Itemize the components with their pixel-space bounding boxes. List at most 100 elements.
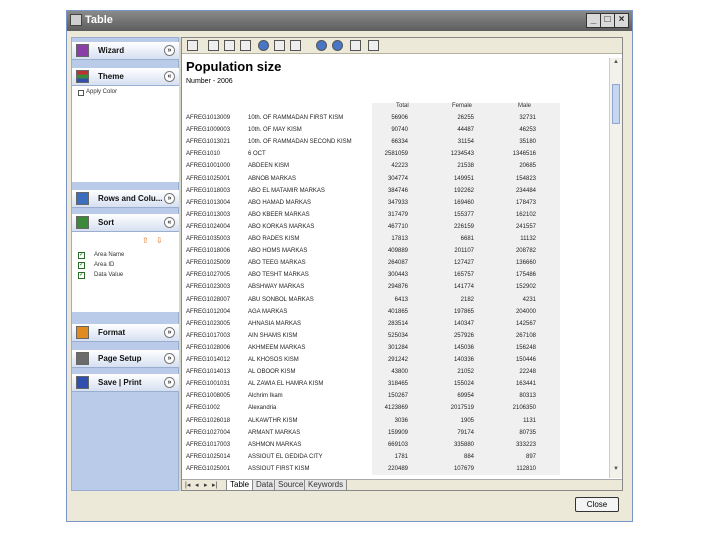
- table-row[interactable]: AFREG1001031 AL ZAWIA EL HAMRA KISM 318465…: [186, 380, 558, 392]
- table-row[interactable]: AFREG1026018 ALKAWTHR KISM 3036 1905 1131: [186, 417, 558, 429]
- total-cell: 1781: [394, 453, 408, 460]
- prev-sheet-icon[interactable]: ◂: [195, 481, 199, 489]
- sort-down-icon[interactable]: ⇩: [156, 236, 163, 245]
- area-name-cell: ABO KBEER MARKAS: [248, 211, 310, 218]
- area-id-cell: AFREG1008005: [186, 393, 231, 400]
- total-cell: 300443: [387, 272, 408, 279]
- table-row[interactable]: AFREG1028007 ABU SONBOL MARKAS 6413 2182 423…: [186, 296, 558, 308]
- back-icon[interactable]: [316, 40, 327, 51]
- apply-color-icon: [78, 90, 84, 96]
- table-row[interactable]: AFREG1013021 10th. OF RAMMADAN SECOND KIS…: [186, 138, 558, 150]
- table-row[interactable]: AFREG1027005 ABO TESHT MARKAS 300443 165757…: [186, 271, 558, 283]
- apply-color-link[interactable]: Apply Color: [86, 89, 117, 95]
- total-cell: 264087: [387, 260, 408, 267]
- total-cell: 66334: [391, 139, 408, 146]
- first-sheet-icon[interactable]: |◂: [185, 481, 190, 489]
- table-row[interactable]: AFREG1014012 AL KHOSOS KISM 291242 140336 15…: [186, 356, 558, 368]
- last-sheet-icon[interactable]: ▸|: [212, 481, 217, 489]
- male-cell: 1346516: [512, 151, 536, 158]
- table-row[interactable]: AFREG1017003 AIN SHAMS KISM 525034 257926 26…: [186, 332, 558, 344]
- table-row[interactable]: AFREG1012004 AGA MARKAS 401865 197865 204000: [186, 308, 558, 320]
- title-bar[interactable]: Table _ □ ×: [67, 11, 632, 31]
- collapse-icon[interactable]: «: [164, 217, 175, 228]
- table-view: Population size Number - 2006 Total Fema…: [181, 37, 623, 491]
- table-row[interactable]: AFREG1025009 ABO TEEG MARKAS 264087 127427 1…: [186, 259, 558, 271]
- next-sheet-icon[interactable]: ▸: [204, 481, 208, 489]
- scroll-up-icon[interactable]: ▲: [611, 59, 621, 69]
- total-cell: 150267: [387, 393, 408, 400]
- globe-icon[interactable]: [258, 40, 269, 51]
- table-row[interactable]: AFREG1017003 ASHMON MARKAS 669103 335880 333…: [186, 441, 558, 453]
- section-page-setup[interactable]: Page Setup »: [72, 350, 180, 368]
- collapse-icon[interactable]: «: [164, 71, 175, 82]
- table-row[interactable]: AFREG1009003 10th. OF MAY KISM 90740 44487 4…: [186, 126, 558, 138]
- column-header-male[interactable]: Male: [518, 103, 531, 112]
- area-id-cell: AFREG1014012: [186, 357, 231, 363]
- area-id-cell: AFREG1025009: [186, 260, 231, 267]
- toolbar: [182, 38, 622, 54]
- table-row[interactable]: AFREG1025001 ASSIOUT FIRST KISM 220489 1076…: [186, 465, 558, 477]
- section-sort[interactable]: Sort «: [72, 214, 180, 232]
- minimize-button[interactable]: _: [586, 13, 601, 28]
- window-icon[interactable]: [368, 40, 379, 51]
- female-cell: 145036: [453, 344, 474, 351]
- forward-icon[interactable]: [332, 40, 343, 51]
- section-wizard[interactable]: Wizard »: [72, 42, 180, 60]
- expand-icon[interactable]: »: [164, 377, 175, 388]
- table-row[interactable]: AFREG1013009 10th. OF RAMMADAN FIRST KISM…: [186, 114, 558, 126]
- scroll-down-icon[interactable]: ▼: [611, 466, 621, 476]
- section-save-print[interactable]: Save | Print »: [72, 374, 180, 392]
- vertical-scrollbar[interactable]: ▲ ▼: [609, 58, 622, 478]
- female-cell: 155377: [453, 211, 474, 218]
- tab-keywords[interactable]: Keywords: [304, 480, 348, 490]
- chart-icon[interactable]: [274, 40, 285, 51]
- tab-table[interactable]: Table: [226, 480, 254, 490]
- table-row[interactable]: AFREG1025014 ASSIOUT EL GEDIDA CITY 1781 88…: [186, 453, 558, 465]
- scroll-thumb[interactable]: [612, 84, 620, 124]
- expand-icon[interactable]: »: [164, 193, 175, 204]
- table-row[interactable]: AFREG1018006 ABO HOMS MARKAS 409889 201107 2…: [186, 247, 558, 259]
- area-id-cell: AFREG1001000: [186, 163, 231, 170]
- table-row[interactable]: AFREG1035003 ABO RADES KISM 17813 6681 11132: [186, 235, 558, 247]
- male-cell: 162102: [515, 211, 536, 218]
- table-row[interactable]: AFREG1002 Alexandria 4123869 2017519 2106350: [186, 404, 558, 416]
- section-theme[interactable]: Theme «: [72, 68, 180, 86]
- section-rows-columns[interactable]: Rows and Colu... »: [72, 190, 180, 208]
- close-button[interactable]: Close: [575, 497, 619, 512]
- expand-icon[interactable]: »: [164, 353, 175, 364]
- insert-icon[interactable]: [187, 40, 198, 51]
- tab-source[interactable]: Source: [274, 480, 308, 490]
- expand-icon[interactable]: »: [164, 45, 175, 56]
- sort-checkbox[interactable]: ✓: [78, 252, 85, 259]
- table-row[interactable]: AFREG1013003 ABO KBEER MARKAS 317479 155377…: [186, 211, 558, 223]
- sort-checkbox[interactable]: ✓: [78, 262, 85, 269]
- female-cell: 165757: [453, 272, 474, 279]
- sort-checkbox[interactable]: ✓: [78, 272, 85, 279]
- table-row[interactable]: AFREG1023003 ABSHWAY MARKAS 294876 141774 15…: [186, 283, 558, 295]
- table-row[interactable]: AFREG1024004 ABO KORKAS MARKAS 467710 22615…: [186, 223, 558, 235]
- close-window-button[interactable]: ×: [614, 13, 629, 28]
- expand-icon[interactable]: »: [164, 327, 175, 338]
- section-format[interactable]: Format »: [72, 324, 180, 342]
- table-row[interactable]: AFREG1027004 ARMANT MARKAS 159909 79174 8073…: [186, 429, 558, 441]
- table-row[interactable]: AFREG1025001 ABNOB MARKAS 304774 149951 1548…: [186, 175, 558, 187]
- sort-up-icon[interactable]: ⇧: [142, 236, 149, 245]
- section-label: Rows and Colu...: [98, 194, 163, 203]
- columns-icon[interactable]: [350, 40, 361, 51]
- area-id-cell: AFREG1012004: [186, 308, 231, 315]
- table-row[interactable]: AFREG1001000 ABDEEN KISM 42223 21538 20685: [186, 162, 558, 174]
- format-tool-icon[interactable]: [240, 40, 251, 51]
- table-row[interactable]: AFREG1014013 AL OBOOR KISM 43800 21052 22248: [186, 368, 558, 380]
- table-row[interactable]: AFREG1023005 AHNASIA MARKAS 283514 140347 14…: [186, 320, 558, 332]
- table-row[interactable]: AFREG1028006 AKHMEEM MARKAS 301284 145036 15…: [186, 344, 558, 356]
- layout-icon[interactable]: [208, 40, 219, 51]
- copy-icon[interactable]: [224, 40, 235, 51]
- table-row[interactable]: AFREG1010 6 OCT 2581059 1234543 1346516: [186, 150, 558, 162]
- table-row[interactable]: AFREG1013004 ABO HAMAD MARKAS 347933 169460…: [186, 199, 558, 211]
- column-header-female[interactable]: Female: [452, 103, 472, 112]
- table-row[interactable]: AFREG1008005 Alchrim Ikam 150267 69954 80313: [186, 392, 558, 404]
- table-row[interactable]: AFREG1018003 ABO EL MATAMIR MARKAS 384746 1…: [186, 187, 558, 199]
- column-header-total[interactable]: Total: [396, 103, 409, 112]
- export-icon[interactable]: [290, 40, 301, 51]
- maximize-button[interactable]: □: [600, 13, 615, 28]
